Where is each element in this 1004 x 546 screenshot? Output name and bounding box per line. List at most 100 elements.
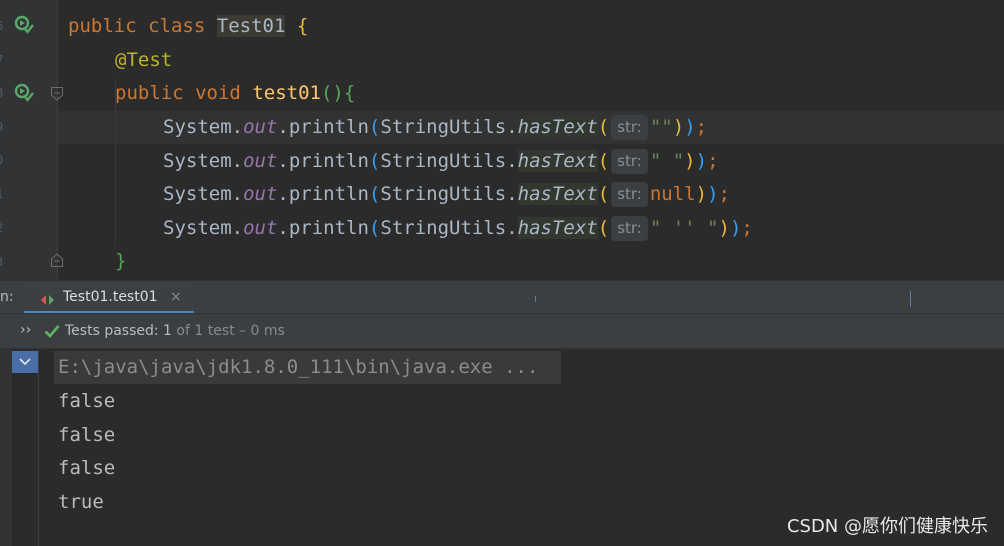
class-ref: StringUtils.	[380, 150, 518, 172]
paren: (	[597, 217, 610, 239]
code-line-println: System.out.println(StringUtils.hasText(s…	[163, 212, 753, 245]
paren: )	[332, 82, 344, 104]
fold-marker-icon[interactable]	[50, 252, 64, 268]
semicolon: ;	[695, 116, 708, 138]
method-call: .println	[277, 183, 369, 205]
paren: (	[368, 183, 381, 205]
code-line-annotation: @Test	[115, 44, 172, 77]
watermark: CSDN @愿你们健康快乐	[786, 516, 988, 537]
paren: )	[672, 116, 685, 138]
paren: )	[718, 217, 730, 239]
paren: (	[597, 116, 610, 138]
header-marker	[910, 291, 911, 307]
header-marker	[535, 296, 536, 302]
expand-chevron-icon[interactable]: ››	[20, 322, 31, 338]
status-label: Tests passed:	[65, 323, 164, 339]
tests-passed-status: Tests passed: 1 of 1 test – 0 ms	[65, 323, 285, 339]
code-editor[interactable]: 6 7 8 9 0 1 2 3 public class Test01 { @T…	[0, 0, 1004, 280]
string-arg: ""	[649, 116, 673, 138]
code-line-println: System.out.println(StringUtils.hasText(s…	[163, 145, 719, 178]
line-number: 6	[0, 19, 6, 33]
line-number: 1	[0, 187, 6, 201]
line-number: 9	[0, 120, 6, 134]
editor-gutter	[0, 0, 57, 280]
paren: (	[597, 183, 610, 205]
console-output-line: false	[58, 457, 116, 479]
code-line-println: System.out.println(StringUtils.hasText(s…	[163, 178, 730, 211]
line-number: 7	[0, 53, 6, 67]
class-ref: StringUtils.	[380, 217, 518, 239]
brace: }	[115, 250, 127, 272]
brace: {	[296, 15, 309, 37]
close-icon[interactable]: ×	[170, 289, 182, 305]
class-ref: StringUtils.	[380, 116, 518, 138]
passed-count: 1	[163, 323, 172, 339]
paren: (	[368, 217, 381, 239]
run-toolwindow-header: n: Test01.test01 ×	[0, 280, 1004, 314]
class-ref: System.	[163, 150, 244, 172]
run-test-method-icon[interactable]	[13, 82, 35, 104]
line-number: 3	[0, 255, 6, 269]
null-arg: null	[649, 183, 696, 205]
paren: )	[729, 217, 742, 239]
paren: )	[684, 116, 696, 138]
console-output-line: true	[58, 491, 104, 513]
keyword: class	[148, 15, 206, 37]
test-status-bar: ›› Tests passed: 1 of 1 test – 0 ms	[0, 313, 1004, 349]
static-field: out	[243, 217, 278, 239]
check-icon	[44, 323, 60, 342]
semicolon: ;	[707, 150, 719, 172]
string-arg: " '' "	[649, 217, 719, 239]
fold-marker-icon[interactable]	[50, 86, 64, 102]
line-number: 2	[0, 221, 6, 235]
static-field: out	[243, 183, 278, 205]
run-test-class-icon[interactable]	[13, 14, 35, 36]
method-call: .println	[277, 116, 369, 138]
method-call: hasText	[517, 150, 598, 172]
line-number: 0	[0, 153, 6, 167]
method-name: test01	[252, 82, 321, 104]
console-output-line: false	[58, 390, 116, 412]
run-tab-label[interactable]: Test01.test01	[63, 289, 158, 305]
class-ref: System.	[163, 116, 244, 138]
method-call: .println	[277, 217, 369, 239]
class-ref: StringUtils.	[380, 183, 518, 205]
paren: (	[320, 82, 333, 104]
paren: )	[695, 150, 708, 172]
run-panel-label: n:	[0, 289, 14, 305]
paren: (	[368, 150, 381, 172]
string-arg: " "	[649, 150, 685, 172]
method-call: hasText	[517, 116, 598, 138]
status-detail: of 1 test – 0 ms	[171, 323, 285, 339]
static-field: out	[243, 150, 278, 172]
param-hint: str:	[611, 149, 648, 174]
method-call: hasText	[517, 217, 598, 239]
brace: {	[343, 82, 356, 104]
test-tree-sidebar	[12, 349, 39, 546]
keyword: public	[68, 15, 137, 37]
code-line-method-decl: public void test01(){	[115, 77, 355, 110]
paren: )	[684, 150, 696, 172]
code-line-class-decl: public class Test01 {	[68, 10, 308, 43]
console-output-line: false	[58, 424, 116, 446]
semicolon: ;	[741, 217, 753, 239]
method-call: .println	[277, 150, 369, 172]
paren: )	[695, 183, 708, 205]
paren: (	[597, 150, 610, 172]
code-line-println: System.out.println(StringUtils.hasText(s…	[163, 111, 707, 144]
chevron-down-icon[interactable]	[12, 351, 38, 373]
class-name: Test01	[216, 15, 286, 37]
test-run-config-icon	[40, 291, 56, 310]
code-line-closing-brace: }	[115, 245, 126, 278]
annotation: @Test	[115, 49, 173, 71]
paren: )	[707, 183, 719, 205]
static-field: out	[243, 116, 278, 138]
console-command-line: E:\java\java\jdk1.8.0_111\bin\java.exe .…	[58, 356, 539, 378]
param-hint: str:	[611, 216, 648, 241]
console-left-strip	[0, 349, 12, 546]
line-number: 8	[0, 86, 6, 100]
class-ref: System.	[163, 183, 244, 205]
keyword: public	[115, 82, 184, 104]
keyword: void	[195, 82, 241, 104]
method-call: hasText	[517, 183, 598, 205]
